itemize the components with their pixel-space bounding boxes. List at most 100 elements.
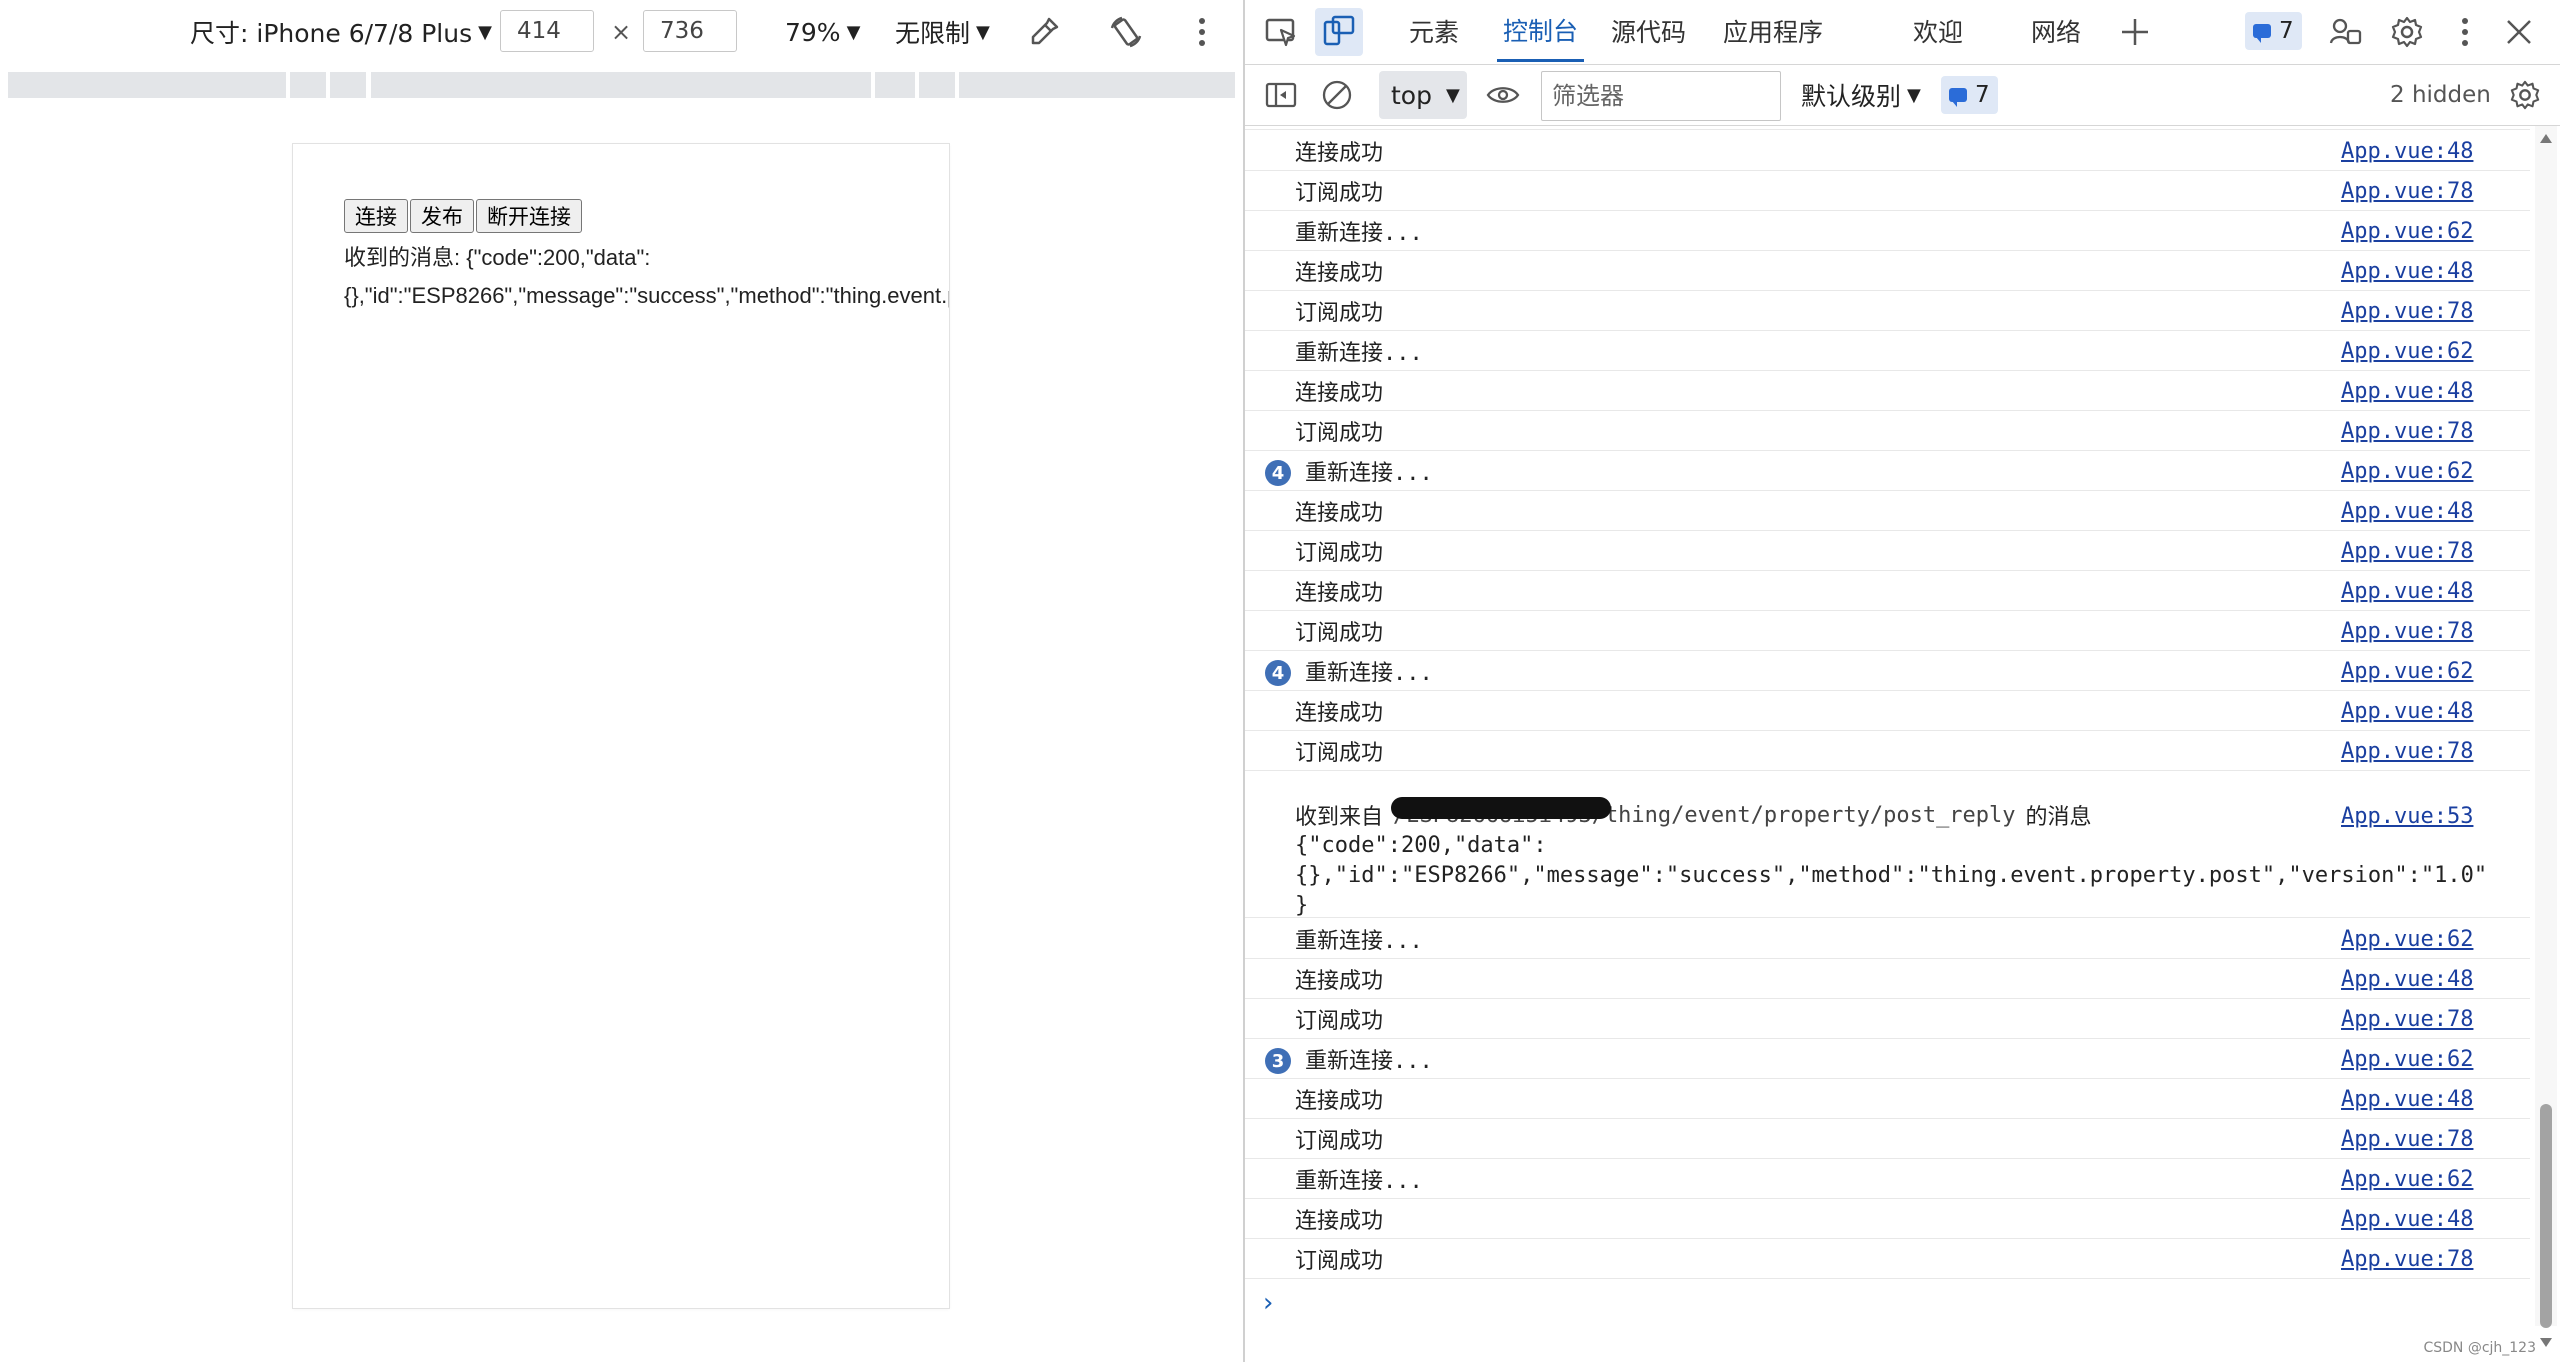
source-link[interactable]: App.vue:53 [2341,796,2473,836]
publish-button[interactable]: 发布 [410,199,474,233]
scroll-down-arrow-icon[interactable] [2540,1338,2552,1347]
log-row[interactable]: 连接成功 App.vue:48 [1245,691,2530,731]
device-toolbar-toggle-icon[interactable] [1315,8,1363,56]
clear-console-icon[interactable] [1319,77,1355,113]
ruler-segment[interactable] [959,72,1235,98]
source-link[interactable]: App.vue:62 [2341,451,2473,491]
log-row[interactable]: 订阅成功 App.vue:78 [1245,171,2530,211]
console-scrollbar[interactable] [2535,126,2557,1347]
log-row[interactable]: 连接成功 App.vue:48 [1245,131,2530,171]
source-link[interactable]: App.vue:78 [2341,531,2473,571]
source-link[interactable]: App.vue:48 [2341,131,2473,171]
log-row[interactable]: 订阅成功 App.vue:78 [1245,1239,2530,1279]
console-settings-gear-icon[interactable] [2507,77,2543,113]
source-link[interactable]: App.vue:78 [2341,999,2473,1039]
source-link[interactable]: App.vue:48 [2341,691,2473,731]
source-link[interactable]: App.vue:78 [2341,171,2473,211]
source-link[interactable]: App.vue:62 [2341,1039,2473,1079]
ruler-segment[interactable] [290,72,326,98]
source-link[interactable]: App.vue:48 [2341,251,2473,291]
ruler-segment[interactable] [875,72,915,98]
customize-icon[interactable] [2327,14,2363,50]
source-link[interactable]: App.vue:78 [2341,1119,2473,1159]
log-row[interactable]: 重新连接... App.vue:62 [1245,331,2530,371]
log-row[interactable]: 订阅成功 App.vue:78 [1245,1119,2530,1159]
inspect-element-icon[interactable] [1263,14,1299,50]
log-row[interactable]: 订阅成功 App.vue:78 [1245,611,2530,651]
add-tab-icon[interactable] [2117,14,2153,50]
log-row[interactable]: 订阅成功 App.vue:78 [1245,999,2530,1039]
log-row[interactable]: 重新连接... App.vue:62 [1245,1159,2530,1199]
scroll-up-arrow-icon[interactable] [2540,134,2552,143]
source-link[interactable]: App.vue:78 [2341,731,2473,771]
log-level-select[interactable]: 默认级别 ▼ [1801,71,1921,119]
eyedropper-icon[interactable] [1026,14,1062,50]
rotate-icon[interactable] [1108,14,1144,50]
console-prompt-chevron-icon[interactable]: › [1263,1288,1273,1318]
ruler-segment[interactable] [919,72,955,98]
log-row[interactable]: 4 重新连接... App.vue:62 [1245,451,2530,491]
issues-badge[interactable]: 7 [2245,12,2302,50]
tab-application[interactable]: 应用程序 [1723,0,1823,62]
source-link[interactable]: App.vue:48 [2341,1079,2473,1119]
source-link[interactable]: App.vue:48 [2341,571,2473,611]
tab-sources[interactable]: 源代码 [1611,0,1686,62]
log-row[interactable]: 连接成功 App.vue:48 [1245,571,2530,611]
tab-elements[interactable]: 元素 [1409,0,1459,62]
log-row[interactable]: 订阅成功 App.vue:78 [1245,291,2530,331]
throttle-select[interactable]: 无限制 ▼ [895,0,990,64]
close-icon[interactable] [2501,14,2537,50]
width-input[interactable]: 414 [500,10,594,52]
log-row[interactable]: 4 重新连接... App.vue:62 [1245,651,2530,691]
tab-network[interactable]: 网络 [2031,0,2081,62]
log-row-message[interactable]: 收到来自 /ESP8266Ui5i493/thing/event/propert… [1245,796,2530,918]
log-row[interactable]: 3 重新连接... App.vue:62 [1245,1039,2530,1079]
log-row[interactable]: 订阅成功 App.vue:78 [1245,411,2530,451]
source-link[interactable]: App.vue:62 [2341,919,2473,959]
filter-input[interactable] [1541,71,1781,121]
device-select[interactable]: 尺寸: iPhone 6/7/8 Plus ▼ [190,0,492,64]
log-row[interactable]: 连接成功 App.vue:48 [1245,1079,2530,1119]
source-link[interactable]: App.vue:78 [2341,291,2473,331]
log-row[interactable]: 连接成功 App.vue:48 [1245,251,2530,291]
source-link[interactable]: App.vue:48 [2341,959,2473,999]
more-tools-icon[interactable] [2455,14,2475,50]
source-link[interactable]: App.vue:48 [2341,371,2473,411]
log-row[interactable]: 连接成功 App.vue:48 [1245,491,2530,531]
log-row[interactable]: 重新连接... App.vue:62 [1245,211,2530,251]
source-link[interactable]: App.vue:48 [2341,491,2473,531]
media-query-ruler[interactable] [0,68,1243,102]
zoom-select[interactable]: 79% ▼ [785,0,860,64]
ruler-segment[interactable] [8,72,286,98]
tab-welcome[interactable]: 欢迎 [1913,0,1963,62]
source-link[interactable]: App.vue:62 [2341,651,2473,691]
console-log-list[interactable]: 连接成功 App.vue:48 订阅成功 App.vue:78 重新连接... App.v… [1245,126,2530,1286]
sidebar-toggle-icon[interactable] [1263,77,1299,113]
scroll-thumb[interactable] [2540,1104,2552,1328]
source-link[interactable]: App.vue:78 [2341,411,2473,451]
ruler-segment[interactable] [330,72,366,98]
console-issues-badge[interactable]: 7 [1941,76,1998,114]
source-link[interactable]: App.vue:78 [2341,611,2473,651]
source-link[interactable]: App.vue:62 [2341,331,2473,371]
height-input[interactable]: 736 [643,10,737,52]
source-link[interactable]: App.vue:62 [2341,211,2473,251]
context-select[interactable]: top ▼ [1379,71,1467,119]
log-row[interactable]: 订阅成功 App.vue:78 [1245,531,2530,571]
tab-console[interactable]: 控制台 [1497,0,1585,62]
log-row[interactable]: 连接成功 App.vue:48 [1245,959,2530,999]
source-link[interactable]: App.vue:62 [2341,1159,2473,1199]
log-row[interactable]: 重新连接... App.vue:62 [1245,919,2530,959]
settings-gear-icon[interactable] [2389,14,2425,50]
message-icon [2253,24,2271,43]
connect-button[interactable]: 连接 [344,199,408,233]
log-row[interactable]: 连接成功 App.vue:48 [1245,371,2530,411]
source-link[interactable]: App.vue:78 [2341,1239,2473,1279]
ruler-segment[interactable] [371,72,871,98]
source-link[interactable]: App.vue:48 [2341,1199,2473,1239]
more-options-icon[interactable] [1184,14,1220,50]
live-expression-eye-icon[interactable] [1485,77,1521,113]
disconnect-button[interactable]: 断开连接 [476,199,582,233]
log-row[interactable]: 订阅成功 App.vue:78 [1245,731,2530,771]
log-row[interactable]: 连接成功 App.vue:48 [1245,1199,2530,1239]
